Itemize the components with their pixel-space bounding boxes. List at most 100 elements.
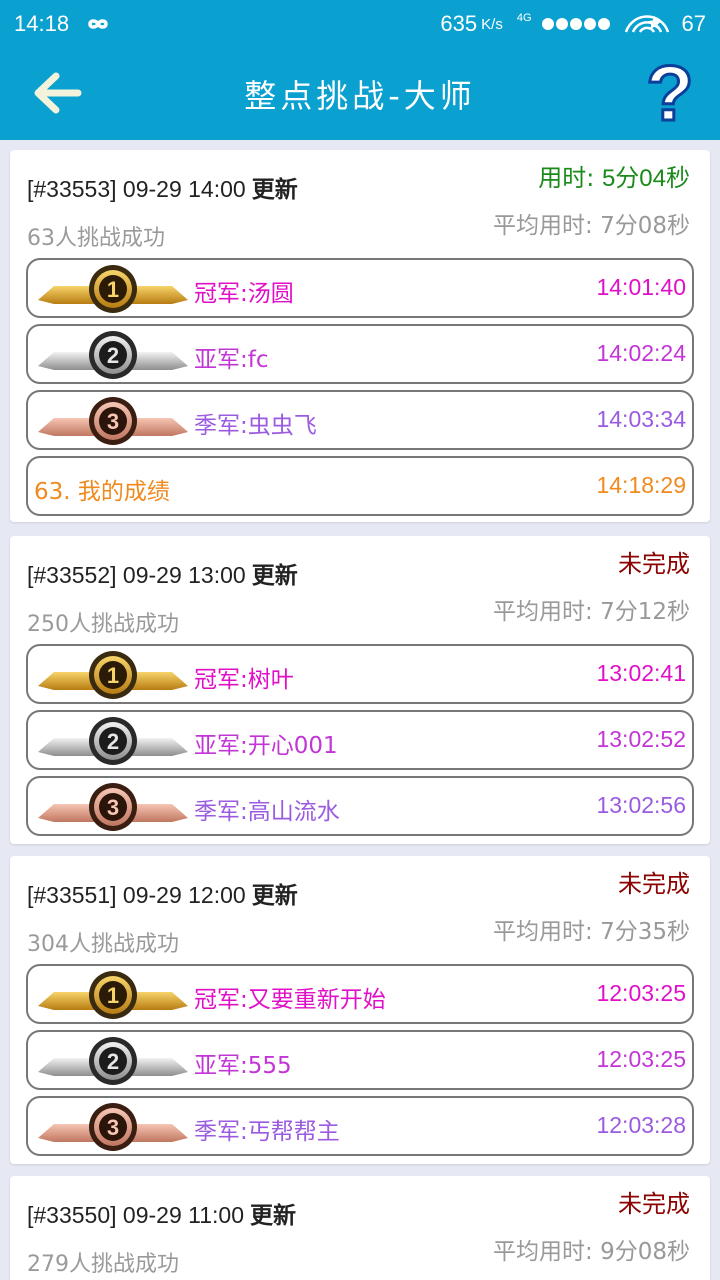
back-arrow-icon xyxy=(34,72,82,114)
back-button[interactable] xyxy=(30,68,90,118)
bronze-medal-icon: 3 xyxy=(38,1102,188,1152)
champion-name: 冠军:又要重新开始 xyxy=(194,987,386,1013)
third-time: 12:03:28 xyxy=(596,1112,686,1138)
third-name: 季军:丐帮帮主 xyxy=(194,1119,340,1145)
champion-name: 冠军:汤圆 xyxy=(194,281,294,307)
net-speed-unit: K/s xyxy=(481,15,503,33)
rank-row-champion[interactable]: 1 冠军:树叶 13:02:41 xyxy=(26,644,694,704)
rank-row-mine[interactable]: 63. 我的成绩 14:18:29 xyxy=(26,456,694,516)
rank-row-champion[interactable]: 1 冠军:汤圆 14:01:40 xyxy=(26,258,694,318)
challenge-id-time: [#33552] 09-29 13:00 xyxy=(27,562,246,588)
average-time-value: 7分12秒 xyxy=(600,599,690,625)
average-time: 平均用时: 7分35秒 xyxy=(493,912,690,946)
third-name: 季军:高山流水 xyxy=(194,799,340,825)
champion-time: 13:02:41 xyxy=(596,660,686,686)
average-time-label: 平均用时: xyxy=(493,599,593,625)
silver-medal-icon: 2 xyxy=(38,330,188,380)
success-count: 304人挑战成功 xyxy=(27,932,179,957)
challenge-card[interactable]: [#33551] 09-29 12:00 更新 未完成 平均用时: 7分35秒 3… xyxy=(10,856,710,1164)
champion-time: 14:01:40 xyxy=(596,274,686,300)
third-name: 季军:虫虫飞 xyxy=(194,413,317,439)
card-header: [#33550] 09-29 11:00 更新 xyxy=(27,1196,296,1230)
infinity-icon xyxy=(81,14,115,34)
gold-medal-icon: 1 xyxy=(38,650,188,700)
my-result-time: 14:18:29 xyxy=(596,472,686,498)
used-time-label: 用时: xyxy=(538,164,595,192)
wifi-icon xyxy=(622,12,672,36)
challenge-id-time: [#33553] 09-29 14:00 xyxy=(27,176,246,202)
average-time-label: 平均用时: xyxy=(493,919,593,945)
network-type: 4G xyxy=(516,12,532,24)
svg-text:?: ? xyxy=(646,54,694,134)
rank-row-third[interactable]: 3 季军:虫虫飞 14:03:34 xyxy=(26,390,694,450)
average-time: 平均用时: 7分08秒 xyxy=(493,206,690,240)
title-bar: 整点挑战-大师 ? xyxy=(0,48,720,140)
used-time: 用时: 5分04秒 xyxy=(538,158,690,193)
average-time-value: 9分08秒 xyxy=(600,1239,690,1265)
average-time-label: 平均用时: xyxy=(493,213,593,239)
rank-row-runner-up[interactable]: 2 亚军:fc 14:02:24 xyxy=(26,324,694,384)
average-time-label: 平均用时: xyxy=(493,1239,593,1265)
third-time: 13:02:56 xyxy=(596,792,686,818)
success-count: 279人挑战成功 xyxy=(27,1252,179,1277)
rank-row-third[interactable]: 3 季军:丐帮帮主 12:03:28 xyxy=(26,1096,694,1156)
update-label: 更新 xyxy=(251,177,298,203)
runner-up-name: 亚军:fc xyxy=(194,347,269,373)
runner-up-name: 亚军:开心001 xyxy=(194,733,338,759)
medal-number: 1 xyxy=(107,983,119,1008)
update-label: 更新 xyxy=(251,883,298,909)
gold-medal-icon: 1 xyxy=(38,264,188,314)
average-time-value: 7分35秒 xyxy=(600,919,690,945)
medal-number: 2 xyxy=(107,343,119,368)
rank-row-runner-up[interactable]: 2 亚军:开心001 13:02:52 xyxy=(26,710,694,770)
runner-up-name: 亚军:555 xyxy=(194,1053,292,1079)
medal-number: 3 xyxy=(107,1115,119,1140)
rank-row-champion[interactable]: 1 冠军:又要重新开始 12:03:25 xyxy=(26,964,694,1024)
third-time: 14:03:34 xyxy=(596,406,686,432)
runner-up-time: 13:02:52 xyxy=(596,726,686,752)
card-header: [#33551] 09-29 12:00 更新 xyxy=(27,876,298,910)
average-time: 平均用时: 9分08秒 xyxy=(493,1232,690,1266)
signal-icon xyxy=(541,16,612,32)
challenge-card[interactable]: [#33552] 09-29 13:00 更新 未完成 平均用时: 7分12秒 2… xyxy=(10,536,710,844)
question-mark-icon: ? xyxy=(645,48,696,139)
rank-row-third[interactable]: 3 季军:高山流水 13:02:56 xyxy=(26,776,694,836)
medal-number: 2 xyxy=(107,729,119,754)
silver-medal-icon: 2 xyxy=(38,716,188,766)
unfinished-status: 未完成 xyxy=(618,1190,690,1218)
used-time-value: 5分04秒 xyxy=(601,165,690,192)
update-label: 更新 xyxy=(249,1203,296,1229)
runner-up-time: 12:03:25 xyxy=(596,1046,686,1072)
challenge-id-time: [#33551] 09-29 12:00 xyxy=(27,882,246,908)
bronze-medal-icon: 3 xyxy=(38,782,188,832)
clock: 14:18 xyxy=(14,11,70,36)
net-speed: 635 xyxy=(440,11,478,36)
card-header: [#33552] 09-29 13:00 更新 xyxy=(27,556,298,590)
status-bar: 14:18 635 K/s 4G 67 xyxy=(0,0,720,48)
medal-number: 3 xyxy=(107,409,119,434)
success-count: 63人挑战成功 xyxy=(27,226,165,251)
champion-name: 冠军:树叶 xyxy=(194,667,294,693)
challenge-card[interactable]: [#33553] 09-29 14:00 更新 用时: 5分04秒 平均用时: 7… xyxy=(10,150,710,522)
help-button[interactable]: ? xyxy=(642,48,698,139)
medal-number: 3 xyxy=(107,795,119,820)
update-label: 更新 xyxy=(251,563,298,589)
success-count: 250人挑战成功 xyxy=(27,612,179,637)
medal-number: 1 xyxy=(107,663,119,688)
rank-row-runner-up[interactable]: 2 亚军:555 12:03:25 xyxy=(26,1030,694,1090)
unfinished-status: 未完成 xyxy=(618,550,690,578)
challenge-card[interactable]: [#33550] 09-29 11:00 更新 未完成 平均用时: 9分08秒 2… xyxy=(10,1176,710,1280)
challenge-id-time: [#33550] 09-29 11:00 xyxy=(27,1202,244,1228)
bronze-medal-icon: 3 xyxy=(38,396,188,446)
page-title: 整点挑战-大师 xyxy=(244,77,476,115)
gold-medal-icon: 1 xyxy=(38,970,188,1020)
silver-medal-icon: 2 xyxy=(38,1036,188,1086)
average-time: 平均用时: 7分12秒 xyxy=(493,592,690,626)
battery-level: 67 xyxy=(681,11,706,36)
average-time-value: 7分08秒 xyxy=(600,213,690,239)
card-header: [#33553] 09-29 14:00 更新 xyxy=(27,170,298,204)
medal-number: 1 xyxy=(107,277,119,302)
runner-up-time: 14:02:24 xyxy=(596,340,686,366)
champion-time: 12:03:25 xyxy=(596,980,686,1006)
my-result-name: 63. 我的成绩 xyxy=(34,479,170,505)
